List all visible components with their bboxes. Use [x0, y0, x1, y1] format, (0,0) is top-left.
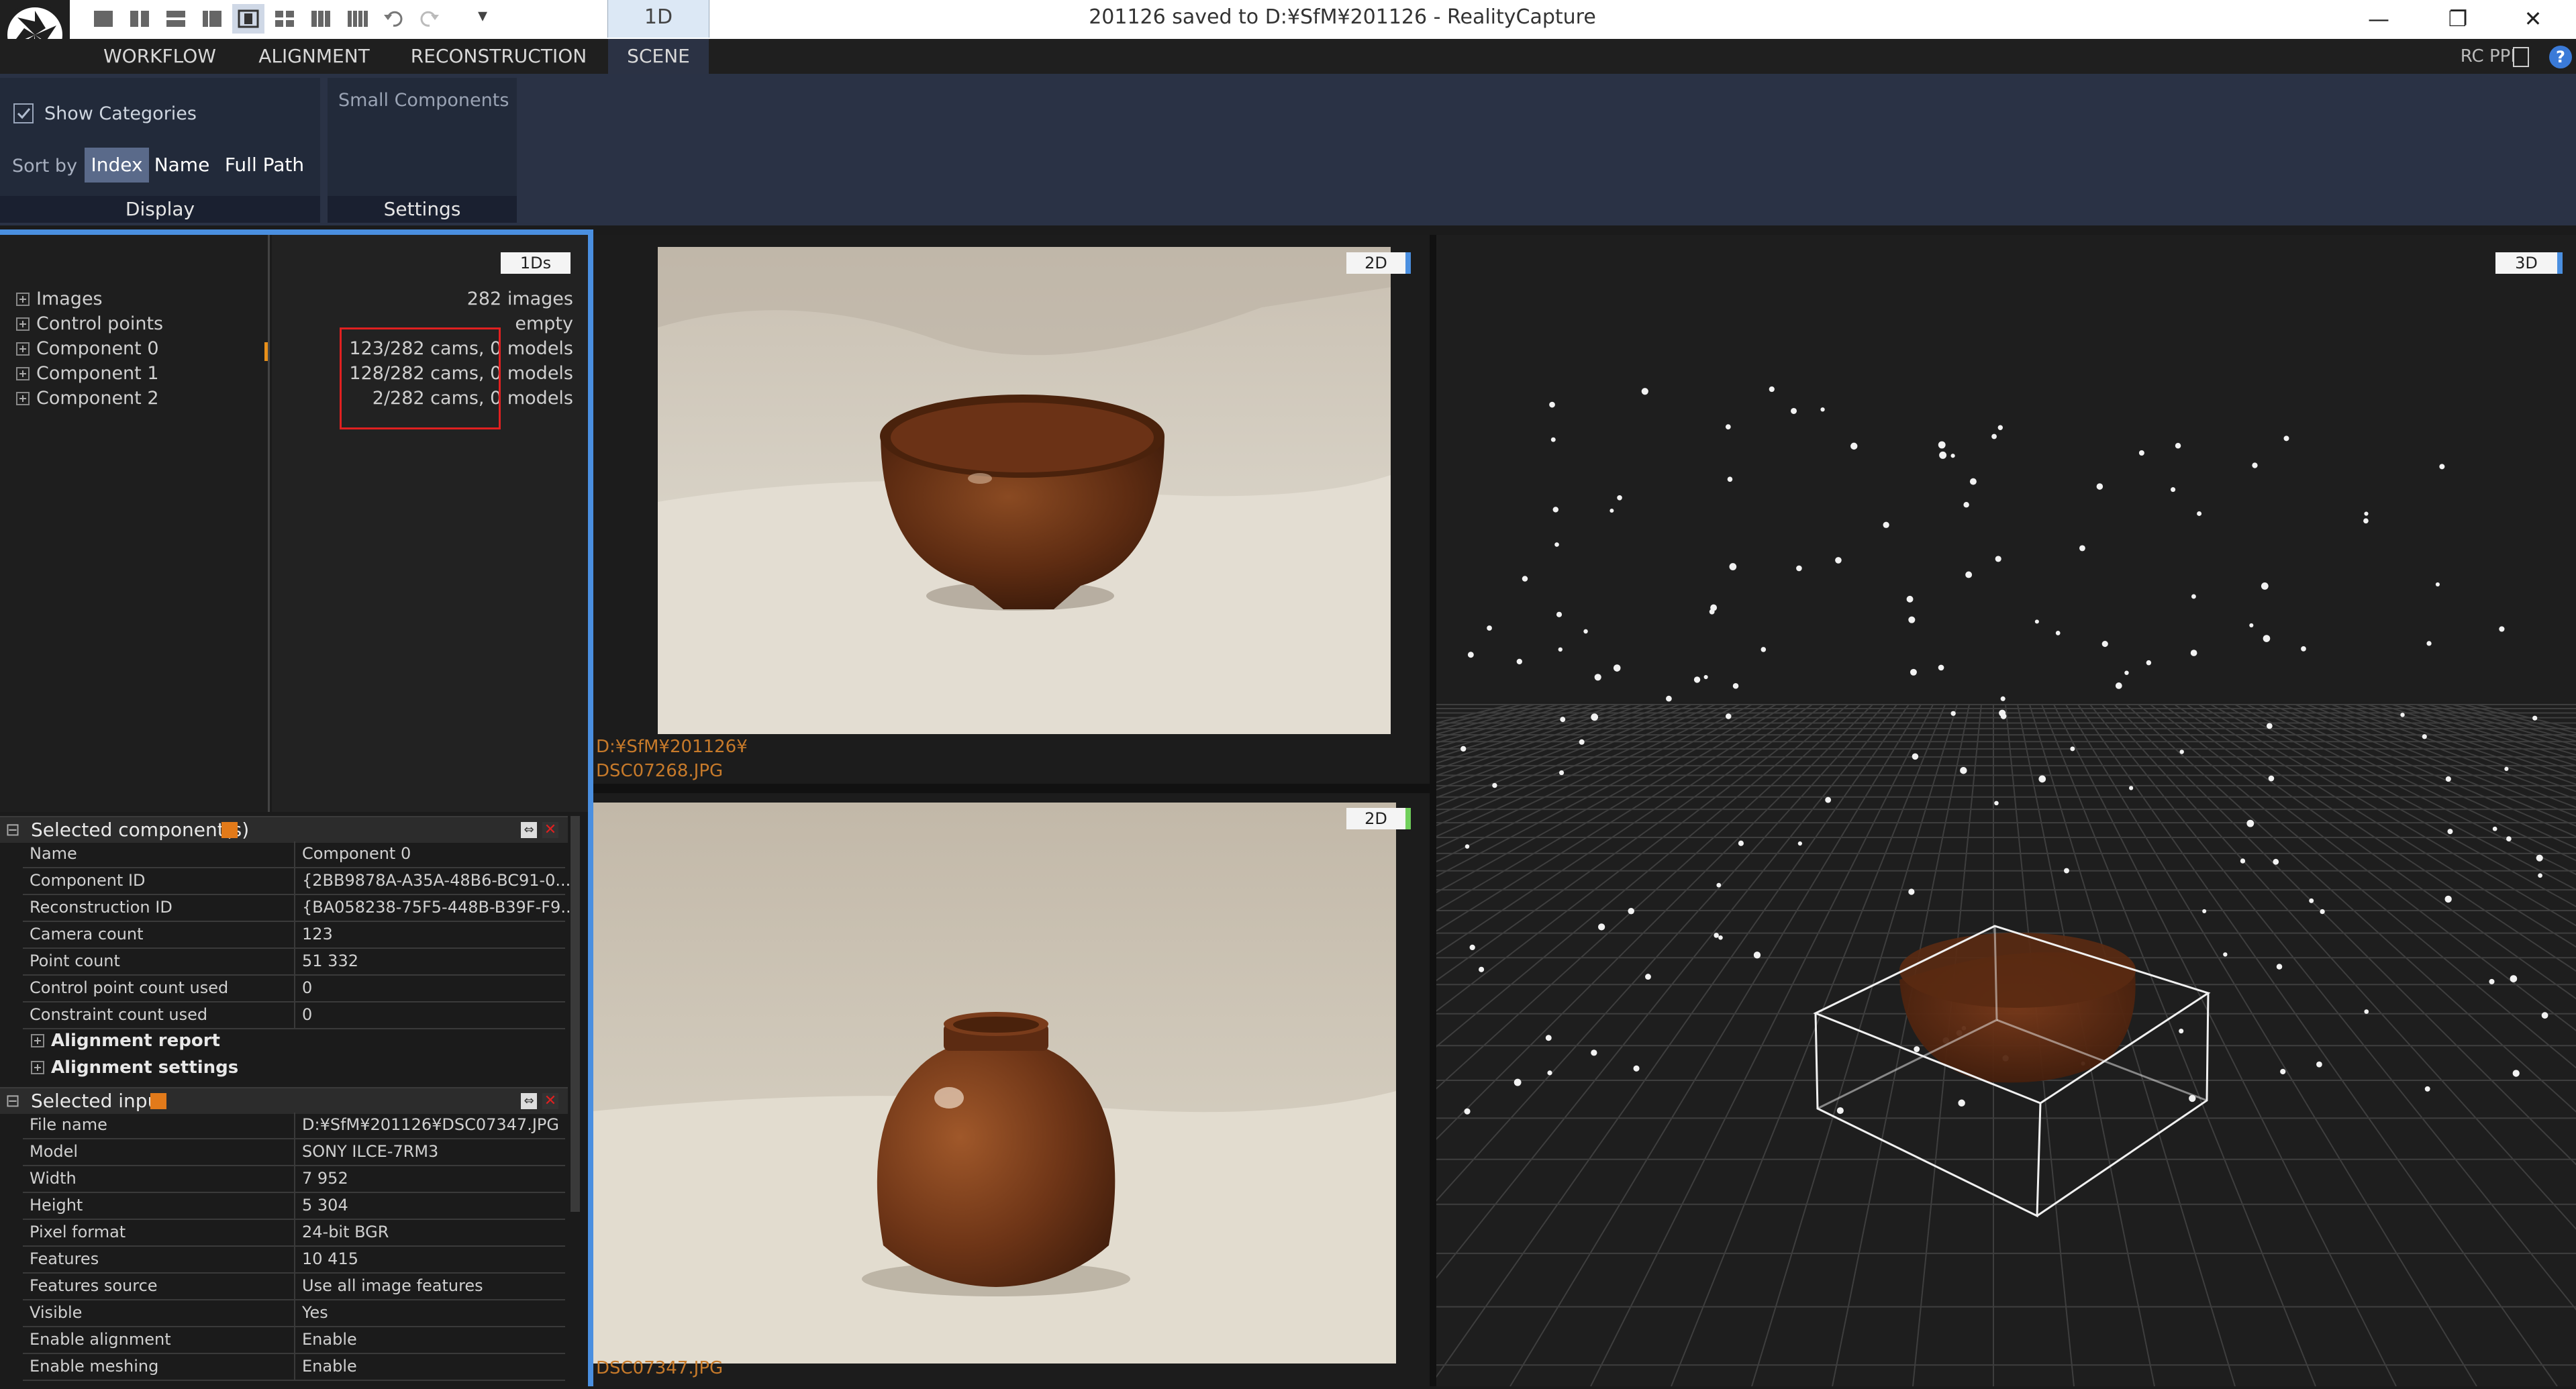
show-categories-label[interactable]: Show Categories	[44, 103, 197, 124]
tree-item-control-points[interactable]: Control points	[16, 313, 163, 338]
selected-input-header[interactable]: ⊟ Selected input ⇔ ✕	[0, 1087, 568, 1114]
sort-full-path-button[interactable]: Full Path	[220, 148, 309, 183]
sort-by-label: Sort by	[12, 156, 78, 176]
3d-view[interactable]	[0, 235, 2576, 1387]
property-row-features-source[interactable]: Features source Use all image features	[23, 1274, 565, 1300]
tree-value-images: 282 images	[466, 289, 573, 309]
help-icon[interactable]: ?	[2549, 46, 2572, 68]
rc-ppi-label[interactable]: RC PPI	[2461, 39, 2516, 74]
layout-1-icon[interactable]	[87, 4, 119, 34]
close-button[interactable]: ✕	[2506, 4, 2560, 34]
menu-workflow[interactable]: WORKFLOW	[94, 39, 226, 74]
undo-icon[interactable]	[377, 4, 409, 34]
selected-component-header[interactable]: ⊟ Selected component(s) ⇔ ✕	[0, 816, 568, 843]
tree-item-component-0[interactable]: Component 0	[16, 338, 159, 362]
property-row-control-point-count[interactable]: Control point count used 0	[23, 976, 565, 1002]
close-panel-icon[interactable]: ✕	[542, 822, 558, 838]
property-row-visible[interactable]: Visible Yes	[23, 1300, 565, 1327]
photo-dsc07268	[658, 247, 1391, 734]
property-row-model[interactable]: Model SONY ILCE-7RM3	[23, 1139, 565, 1166]
layout-3-icon[interactable]	[160, 4, 192, 34]
tree-item-component-1[interactable]: Component 1	[16, 363, 159, 387]
small-components-button[interactable]: Small Components	[338, 90, 509, 111]
property-row-height[interactable]: Height 5 304	[23, 1193, 565, 1220]
tree-value-control-points: empty	[515, 313, 573, 334]
property-row-component-id[interactable]: Component ID {2BB9878A-A35A-48B6-BC91-0..…	[23, 868, 571, 895]
layout-5-icon[interactable]	[232, 4, 264, 34]
layout-8-icon[interactable]	[341, 4, 373, 34]
ribbon-group-label: Settings	[328, 196, 517, 223]
expand-panel-icon[interactable]: ⇔	[521, 1093, 537, 1109]
alignment-settings-section[interactable]: Alignment settings	[23, 1058, 565, 1083]
property-row-enable-meshing[interactable]: Enable meshing Enable	[23, 1354, 565, 1381]
property-row-file-name[interactable]: File name D:¥SfM¥201126¥DSC07347.JPG	[23, 1113, 565, 1139]
3d-scene	[0, 386, 2576, 1387]
panel-title: Selected component(s)	[31, 819, 250, 841]
menu-scene[interactable]: SCENE	[608, 39, 709, 74]
show-categories-checkbox[interactable]	[13, 103, 34, 123]
tree-item-images[interactable]: Images	[16, 289, 103, 313]
property-row-constraint-count[interactable]: Constraint count used 0	[23, 1002, 565, 1029]
property-row-enable-alignment[interactable]: Enable alignment Enable	[23, 1327, 565, 1354]
property-row-point-count[interactable]: Point count 51 332	[23, 949, 565, 976]
pin-icon[interactable]	[150, 1093, 166, 1109]
view-mode-1ds-badge[interactable]: 1Ds	[501, 252, 571, 274]
property-row-features[interactable]: Features 10 415	[23, 1247, 565, 1274]
property-row-pixel-format[interactable]: Pixel format 24-bit BGR	[23, 1220, 565, 1247]
active-pane-border	[588, 229, 593, 1386]
properties-scrollbar[interactable]	[571, 816, 580, 1212]
menu-alignment[interactable]: ALIGNMENT	[248, 39, 380, 74]
redo-icon[interactable]	[413, 4, 446, 34]
menu-bar	[0, 39, 2576, 74]
document-icon[interactable]	[2513, 47, 2529, 67]
quick-access-dropdown-icon[interactable]: ▾	[478, 4, 487, 26]
layout-2-icon[interactable]	[123, 4, 156, 34]
menu-reconstruction[interactable]: RECONSTRUCTION	[407, 39, 591, 74]
window-title: 201126 saved to D:¥SfM¥201126 - RealityC…	[1089, 5, 1596, 29]
minimize-button[interactable]: —	[2352, 4, 2406, 34]
layout-6-icon[interactable]	[268, 4, 301, 34]
checkmark-icon	[17, 108, 31, 119]
view-splitter[interactable]	[593, 784, 1430, 793]
active-pane-border	[0, 229, 593, 235]
property-row-name[interactable]: Name Component 0	[23, 841, 565, 868]
expand-icon[interactable]	[16, 392, 30, 405]
panel-title: Selected input	[31, 1090, 167, 1112]
view-splitter[interactable]	[1430, 235, 1436, 1386]
tree-item-component-2[interactable]: Component 2	[16, 388, 159, 412]
collapse-icon[interactable]: ⊟	[5, 1088, 20, 1114]
expand-icon[interactable]	[16, 317, 30, 331]
view-mode-2d-badge[interactable]: 2D	[1346, 252, 1411, 274]
image-path-line1: DSC07347.JPG	[596, 1358, 724, 1378]
layout-4-icon[interactable]	[196, 4, 228, 34]
collapse-icon[interactable]: ⊟	[5, 817, 20, 843]
active-component-marker	[264, 342, 268, 361]
property-row-reconstruction-id[interactable]: Reconstruction ID {BA058238-75F5-448B-B39…	[23, 895, 576, 922]
expand-icon[interactable]	[31, 1061, 44, 1074]
restore-button[interactable]: ❐	[2431, 4, 2485, 34]
expand-icon[interactable]	[16, 367, 30, 380]
property-row-camera-count[interactable]: Camera count 123	[23, 922, 565, 949]
expand-icon[interactable]	[16, 342, 30, 356]
alignment-report-section[interactable]: Alignment report	[23, 1031, 565, 1056]
image-path-line2: DSC07268.JPG	[596, 761, 724, 781]
layout-7-icon[interactable]	[305, 4, 337, 34]
close-panel-icon[interactable]: ✕	[542, 1093, 558, 1109]
expand-panel-icon[interactable]: ⇔	[521, 822, 537, 838]
view-mode-2d-badge[interactable]: 2D	[1346, 808, 1411, 829]
pin-icon[interactable]	[221, 822, 238, 838]
photo-dsc07347	[593, 803, 1396, 1364]
view-mode-3d-badge[interactable]: 3D	[2495, 252, 2563, 274]
expand-icon[interactable]	[16, 293, 30, 306]
expand-icon[interactable]	[31, 1034, 44, 1047]
highlight-annotation-box	[340, 327, 501, 429]
sort-name-button[interactable]: Name	[153, 148, 211, 183]
sort-index-button[interactable]: Index	[85, 148, 149, 183]
image-path-line1: D:¥SfM¥201126¥	[596, 737, 748, 757]
property-row-width[interactable]: Width 7 952	[23, 1166, 565, 1193]
tab-1d[interactable]: 1D	[607, 0, 709, 38]
ribbon-group-label: Display	[0, 196, 320, 223]
